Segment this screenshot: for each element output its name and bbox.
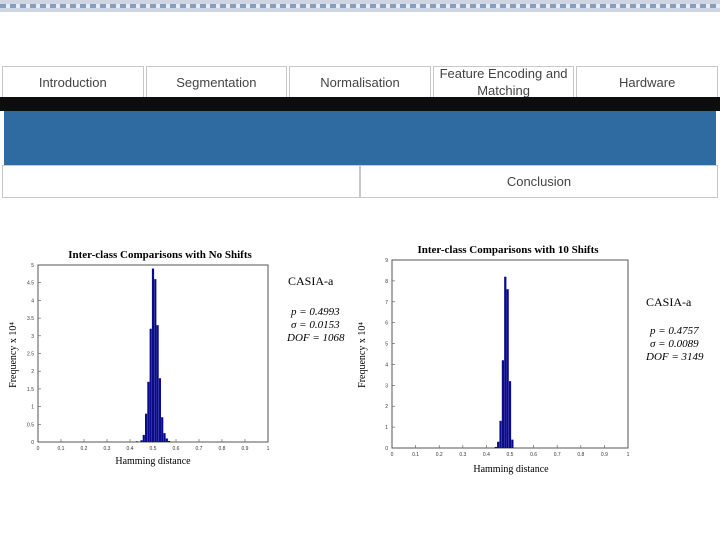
stat-dof: DOF = 1068 xyxy=(286,332,345,344)
x-tick-label: 0.9 xyxy=(601,452,608,458)
x-tick-label: 0.7 xyxy=(196,446,203,452)
x-tick-label: 0 xyxy=(37,446,40,452)
top-decor-bar xyxy=(0,0,720,12)
x-axis-label: Hamming distance xyxy=(473,464,549,475)
x-tick-label: 0.1 xyxy=(58,446,65,452)
x-tick-label: 0.4 xyxy=(483,452,490,458)
histogram-bar xyxy=(140,440,143,442)
sub-nav: Conclusion xyxy=(2,165,718,198)
x-tick-label: 0.7 xyxy=(554,452,561,458)
histogram-bar xyxy=(158,378,161,442)
y-tick-label: 2.5 xyxy=(27,352,34,358)
y-tick-label: 4 xyxy=(385,362,388,368)
main-nav: Introduction Segmentation Normalisation … xyxy=(2,66,718,98)
histogram-bar xyxy=(499,420,502,448)
histogram-bar xyxy=(501,360,505,448)
stat-sigma: σ = 0.0153 xyxy=(291,319,340,331)
nav-introduction[interactable]: Introduction xyxy=(2,66,144,98)
y-tick-label: 1.5 xyxy=(27,387,34,393)
y-tick-label: 4.5 xyxy=(27,281,34,287)
y-tick-label: 3.5 xyxy=(27,316,34,322)
histogram-bar xyxy=(151,268,155,442)
x-axis-label: Hamming distance xyxy=(115,456,191,467)
histogram-bar xyxy=(149,328,152,442)
y-tick-label: 9 xyxy=(385,258,388,264)
bars xyxy=(135,268,171,442)
dataset-label: CASIA-a xyxy=(646,295,692,309)
x-tick-label: 0.2 xyxy=(436,452,443,458)
bars xyxy=(494,276,514,448)
y-tick-label: 3 xyxy=(31,334,34,340)
histogram-bar xyxy=(147,381,150,442)
x-tick-label: 0.8 xyxy=(577,452,584,458)
histogram-bar xyxy=(506,289,509,448)
x-tick-label: 1 xyxy=(267,446,270,452)
y-tick-label: 1 xyxy=(31,405,34,411)
nav-segmentation[interactable]: Segmentation xyxy=(145,66,288,98)
x-tick-label: 0.5 xyxy=(150,446,157,452)
x-tick-label: 0 xyxy=(391,452,394,458)
x-tick-label: 0.2 xyxy=(81,446,88,452)
y-tick-label: 6 xyxy=(385,321,388,327)
subnav-blank[interactable] xyxy=(2,165,360,198)
chart-title: Inter-class Comparisons with 10 Shifts xyxy=(417,244,599,256)
y-tick-label: 7 xyxy=(385,300,388,306)
x-tick-label: 0.5 xyxy=(507,452,514,458)
histogram-no-shifts: Inter-class Comparisons with No Shifts 0… xyxy=(8,249,345,467)
title-band xyxy=(4,111,716,165)
y-tick-label: 0 xyxy=(31,440,34,446)
x-tick-label: 0.8 xyxy=(219,446,226,452)
histogram-bar xyxy=(163,433,166,442)
top-decor-stripe xyxy=(0,4,720,8)
y-tick-labels: 0 0.5 1 1.5 2 2.5 3 3.5 4 4.5 5 xyxy=(27,263,41,446)
histogram-bar xyxy=(511,439,514,448)
stat-dof: DOF = 3149 xyxy=(645,351,704,363)
y-tick-label: 4 xyxy=(31,298,34,304)
nav-feature-encoding[interactable]: Feature Encoding and Matching xyxy=(432,66,575,98)
header-divider xyxy=(0,97,720,111)
y-axis-label: Frequency x 10⁴ xyxy=(8,322,19,388)
nav-hardware[interactable]: Hardware xyxy=(576,66,718,98)
chart-title: Inter-class Comparisons with No Shifts xyxy=(68,249,252,261)
histogram-bar xyxy=(165,438,168,442)
y-tick-label: 5 xyxy=(31,263,34,269)
y-tick-labels: 0 1 2 3 4 5 6 7 8 9 xyxy=(385,258,395,452)
x-tick-label: 0.9 xyxy=(242,446,249,452)
histogram-bar xyxy=(497,441,500,448)
histogram-bar xyxy=(156,325,159,442)
y-tick-label: 0.5 xyxy=(27,422,34,428)
stat-sigma: σ = 0.0089 xyxy=(650,338,699,350)
histogram-bar xyxy=(494,446,497,448)
histogram-10-shifts: Inter-class Comparisons with 10 Shifts 0… xyxy=(357,244,704,475)
x-tick-label: 0.3 xyxy=(104,446,111,452)
x-tick-label: 0.4 xyxy=(127,446,134,452)
histogram-bar xyxy=(508,381,512,448)
y-tick-label: 1 xyxy=(385,425,388,431)
y-tick-label: 2 xyxy=(385,404,388,410)
stat-mean: p = 0.4757 xyxy=(649,325,699,337)
x-tick-label: 0.6 xyxy=(530,452,537,458)
dataset-label: CASIA-a xyxy=(288,274,334,288)
x-tick-label: 0.6 xyxy=(173,446,180,452)
x-tick-label: 1 xyxy=(627,452,630,458)
x-tick-label: 0.1 xyxy=(412,452,419,458)
y-tick-label: 3 xyxy=(385,383,388,389)
y-axis-label: Frequency x 10⁴ xyxy=(357,322,368,388)
histogram-bar xyxy=(154,279,157,442)
stat-mean: p = 0.4993 xyxy=(290,306,340,318)
y-tick-label: 0 xyxy=(385,446,388,452)
histogram-bar xyxy=(161,417,164,442)
histogram-bar xyxy=(145,413,148,442)
nav-normalisation[interactable]: Normalisation xyxy=(289,66,431,98)
y-tick-label: 8 xyxy=(385,279,388,285)
y-tick-label: 5 xyxy=(385,342,388,348)
histogram-bar xyxy=(168,440,171,442)
nav-conclusion[interactable]: Conclusion xyxy=(360,165,718,198)
histogram-bar xyxy=(135,441,138,442)
histogram-bar xyxy=(504,276,507,448)
histogram-bar xyxy=(142,434,145,442)
x-tick-label: 0.3 xyxy=(459,452,466,458)
y-tick-label: 2 xyxy=(31,369,34,375)
